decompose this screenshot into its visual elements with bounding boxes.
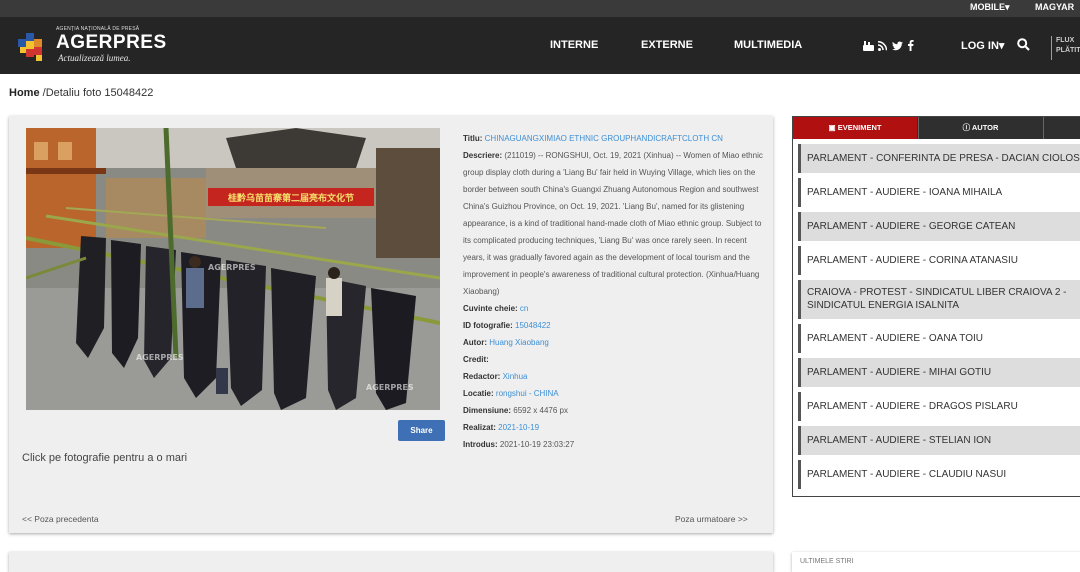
main-navigation: AGENȚIA NAȚIONALĂ DE PRESĂ AGERPRES Actu… [0, 17, 1080, 74]
caret-down-icon: ▾ [1005, 2, 1010, 12]
meta-credit-row: Credit: [463, 351, 763, 368]
breadcrumb: Home /Detaliu foto 15048422 [9, 87, 153, 99]
meta-id-row: ID fotografie: 15048422 [463, 317, 763, 334]
title-label: Titlu: [463, 134, 483, 143]
top-utility-bar: MOBILE▾ MAGYAR [0, 0, 1080, 17]
keywords-label: Cuvinte cheie: [463, 304, 518, 313]
added-value: 2021-10-19 23:03:27 [499, 440, 575, 449]
menu-externe[interactable]: EXTERNE [641, 39, 693, 51]
main-photo[interactable]: 桂黔乌苗苗寨第二届亮布文化节 AGERPRES AGERPRES AGERPRE… [26, 128, 440, 410]
meta-size-row: Dimensiune: 6592 x 4476 px [463, 402, 763, 419]
search-icon[interactable] [1017, 38, 1030, 51]
next-photo-link[interactable]: Poza urmatoare >> [675, 514, 748, 524]
flux-platit-link[interactable]: FLUX PLĂTIT [1051, 36, 1080, 60]
watermark-left: AGERPRES [136, 353, 184, 362]
location-city-link[interactable]: rongshui [496, 389, 527, 398]
list-item[interactable]: PARLAMENT - AUDIERE - STELIAN ION [798, 426, 1080, 455]
editor-label: Redactor: [463, 372, 501, 381]
event-list: PARLAMENT - CONFERINTA DE PRESA - DACIAN… [798, 144, 1080, 494]
description-label: Descriere: [463, 151, 503, 160]
list-item[interactable]: PARLAMENT - CONFERINTA DE PRESA - DACIAN… [798, 144, 1080, 173]
agerpres-logo[interactable]: AGENȚIA NAȚIONALĂ DE PRESĂ AGERPRES Actu… [16, 26, 166, 70]
tab-autor[interactable]: ⓘ AUTOR [918, 117, 1042, 139]
meta-location-row: Locatie: rongshui - CHINA [463, 385, 763, 402]
breadcrumb-current: Detaliu foto 15048422 [45, 87, 154, 99]
credit-label: Credit: [463, 355, 489, 364]
photo-id-value[interactable]: 15048422 [515, 321, 551, 330]
flux-label: FLUX [1056, 37, 1075, 44]
platit-label: PLĂTIT [1056, 47, 1080, 54]
meta-author-row: Autor: Huang Xiaobang [463, 334, 763, 351]
language-link[interactable]: MAGYAR [1035, 2, 1074, 12]
login-button[interactable]: LOG IN▾ [961, 39, 1004, 52]
list-item[interactable]: PARLAMENT - AUDIERE - CORINA ATANASIU [798, 246, 1080, 275]
author-link[interactable]: Huang Xiaobang [489, 338, 549, 347]
sidebar-tabs: ▣ EVENIMENT ⓘ AUTOR [793, 117, 1080, 139]
list-item[interactable]: PARLAMENT - AUDIERE - OANA TOIU [798, 324, 1080, 353]
rss-icon[interactable] [878, 41, 887, 51]
latest-news-box: ULTIMELE STIRI [792, 552, 1080, 572]
tab-more[interactable] [1043, 117, 1080, 139]
list-item[interactable]: PARLAMENT - AUDIERE - CLAUDIU NASUI [798, 460, 1080, 489]
twitter-icon[interactable] [892, 41, 903, 51]
photo-id-label: ID fotografie: [463, 321, 513, 330]
size-label: Dimensiune: [463, 406, 512, 415]
logo-name: AGERPRES [56, 32, 167, 53]
tab-eveniment-label: EVENIMENT [837, 123, 882, 132]
secondary-card [9, 552, 773, 572]
meta-title-row: Titlu: CHINAGUANGXIMIAO ETHNIC GROUPHAND… [463, 130, 763, 147]
meta-made-row: Realizat: 2021-10-19 [463, 419, 763, 436]
mobile-menu-link[interactable]: MOBILE▾ [970, 2, 1010, 13]
description-value: (211019) -- RONGSHUI, Oct. 19, 2021 (Xin… [463, 151, 763, 296]
list-item[interactable]: CRAIOVA - PROTEST - SINDICATUL LIBER CRA… [798, 280, 1080, 319]
location-country-link[interactable]: CHINA [534, 389, 559, 398]
youtube-icon[interactable] [863, 41, 874, 51]
share-button[interactable]: Share [398, 420, 445, 441]
location-separator: - [526, 389, 534, 398]
meta-added-row: Introdus: 2021-10-19 23:03:27 [463, 436, 763, 453]
logo-mark-icon [18, 33, 42, 61]
photo-image: 桂黔乌苗苗寨第二届亮布文化节 AGERPRES AGERPRES AGERPRE… [26, 128, 440, 410]
sign-text: 桂黔乌苗苗寨第二届亮布文化节 [227, 192, 354, 204]
tab-eveniment[interactable]: ▣ EVENIMENT [793, 117, 917, 139]
meta-editor-row: Redactor: Xinhua [463, 368, 763, 385]
added-label: Introdus: [463, 440, 498, 449]
meta-keywords-row: Cuvinte cheie: cn [463, 300, 763, 317]
previous-photo-link[interactable]: << Poza precedenta [22, 514, 99, 524]
made-label: Realizat: [463, 423, 496, 432]
menu-multimedia[interactable]: MULTIMEDIA [734, 39, 802, 51]
watermark-top: AGERPRES [208, 263, 256, 272]
list-item[interactable]: PARLAMENT - AUDIERE - DRAGOS PISLARU [798, 392, 1080, 421]
list-item[interactable]: PARLAMENT - AUDIERE - IOANA MIHAILA [798, 178, 1080, 207]
click-to-enlarge-hint: Click pe fotografie pentru a o mari [22, 452, 188, 464]
caret-down-icon: ▾ [998, 40, 1005, 52]
list-item[interactable]: PARLAMENT - AUDIERE - MIHAI GOTIU [798, 358, 1080, 387]
editor-link[interactable]: Xinhua [503, 372, 528, 381]
facebook-icon[interactable] [907, 40, 914, 51]
keyword-link[interactable]: cn [520, 304, 528, 313]
size-value: 6592 x 4476 px [513, 406, 568, 415]
author-label: Autor: [463, 338, 487, 347]
menu-interne[interactable]: INTERNE [550, 39, 598, 51]
image-icon: ▣ [828, 123, 836, 132]
event-sidebar: ▣ EVENIMENT ⓘ AUTOR PARLAMENT - CONFERIN… [792, 116, 1080, 497]
list-item[interactable]: PARLAMENT - AUDIERE - GEORGE CATEAN [798, 212, 1080, 241]
tab-autor-label: AUTOR [971, 123, 999, 132]
meta-description-row: Descriere: (211019) -- RONGSHUI, Oct. 19… [463, 147, 763, 300]
title-value[interactable]: CHINAGUANGXIMIAO ETHNIC GROUPHANDICRAFTC… [485, 134, 723, 143]
made-date-link[interactable]: 2021-10-19 [498, 423, 539, 432]
photo-detail-card: 桂黔乌苗苗寨第二届亮布文化节 AGERPRES AGERPRES AGERPRE… [9, 116, 773, 533]
photo-metadata: Titlu: CHINAGUANGXIMIAO ETHNIC GROUPHAND… [463, 130, 763, 453]
breadcrumb-home[interactable]: Home [9, 87, 40, 99]
watermark-right: AGERPRES [366, 383, 414, 392]
info-icon: ⓘ [962, 123, 971, 132]
logo-tagline: Actualizează lumea. [58, 53, 131, 63]
location-label: Locatie: [463, 389, 494, 398]
